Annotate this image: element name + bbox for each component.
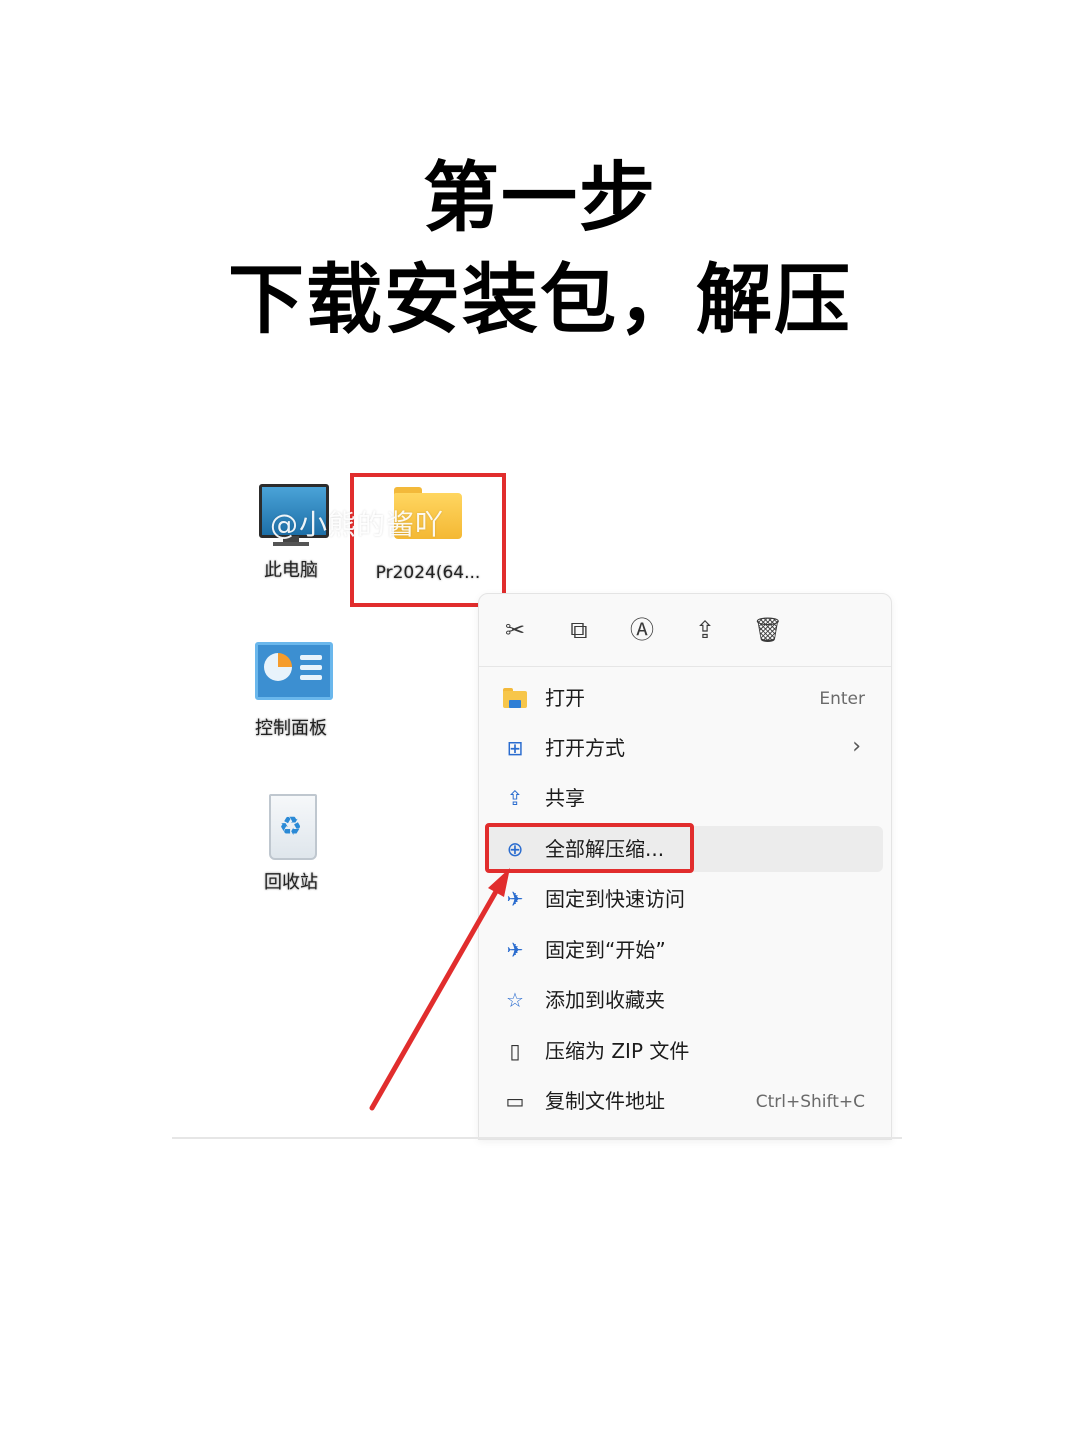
menu-item-open[interactable]: 打开 Enter — [487, 675, 883, 721]
desktop-icon-label: 此电脑 — [264, 560, 318, 581]
open-with-icon: ⊞ — [506, 736, 524, 760]
menu-item-label: 压缩为 ZIP 文件 — [545, 1039, 690, 1063]
copy-icon[interactable]: ⧉ — [563, 614, 595, 646]
menu-item-add-favorites[interactable]: ☆ 添加到收藏夹 — [487, 977, 883, 1023]
menu-item-label: 复制文件地址 — [545, 1089, 665, 1113]
star-icon: ☆ — [506, 988, 524, 1012]
share-icon: ⇪ — [506, 786, 524, 810]
menu-item-open-with[interactable]: ⊞ 打开方式 › — [487, 725, 883, 771]
menu-item-share[interactable]: ⇪ 共享 — [487, 775, 883, 821]
watermark: @小熊的酱吖 — [270, 508, 445, 541]
folder-label: Pr2024(64... — [375, 563, 481, 583]
menu-item-label: 添加到收藏夹 — [545, 988, 665, 1012]
menu-item-label: 打开 — [545, 686, 585, 710]
pin-icon: ✈ — [506, 887, 524, 911]
highlight-box — [485, 823, 694, 873]
menu-item-label: 共享 — [545, 786, 585, 810]
desktop-icon-label: 控制面板 — [255, 718, 327, 739]
cut-icon[interactable]: ✂ — [499, 614, 531, 646]
desktop-icon-label: 回收站 — [264, 872, 318, 893]
control-panel-icon — [251, 638, 333, 708]
menu-item-shortcut: Enter — [819, 689, 865, 709]
rename-icon[interactable]: Ⓐ — [626, 614, 658, 646]
divider — [172, 1137, 902, 1139]
menu-item-label: 固定到“开始” — [545, 938, 666, 962]
menu-item-copy-path[interactable]: ▭ 复制文件地址 Ctrl+Shift+C — [487, 1078, 883, 1124]
copy-path-icon: ▭ — [505, 1089, 525, 1113]
zip-icon: ▯ — [509, 1039, 521, 1063]
pin-start-icon: ✈ — [506, 938, 524, 962]
recycle-bin-icon: ♻ — [251, 792, 331, 862]
menu-item-pin-quick-access[interactable]: ✈ 固定到快速访问 — [487, 876, 883, 922]
desktop-icon-control-panel[interactable]: 控制面板 — [236, 638, 346, 740]
chevron-right-icon: › — [852, 734, 861, 759]
context-menu-toolbar: ✂ ⧉ Ⓐ ⇪ 🗑 — [479, 594, 891, 667]
page-title-step: 第一步 — [423, 153, 657, 242]
menu-item-compress-zip[interactable]: ▯ 压缩为 ZIP 文件 — [487, 1028, 883, 1074]
menu-item-shortcut: Ctrl+Shift+C — [755, 1092, 865, 1112]
share-icon[interactable]: ⇪ — [689, 614, 721, 646]
menu-item-label: 固定到快速访问 — [545, 887, 685, 911]
desktop-icon-recycle-bin[interactable]: ♻ 回收站 — [236, 792, 346, 894]
delete-icon[interactable]: 🗑 — [752, 614, 784, 646]
page-title-instruction: 下载安装包，解压 — [228, 255, 852, 344]
menu-item-pin-start[interactable]: ✈ 固定到“开始” — [487, 927, 883, 973]
menu-item-label: 打开方式 — [545, 736, 625, 760]
folder-open-icon — [501, 685, 529, 711]
